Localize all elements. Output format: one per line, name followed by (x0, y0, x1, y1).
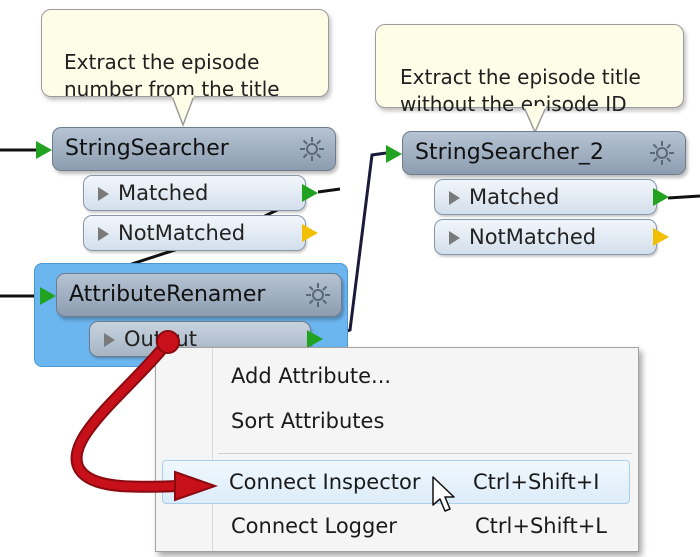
mouse-cursor-icon (432, 476, 455, 512)
red-callout-arrow-icon (70, 330, 219, 502)
